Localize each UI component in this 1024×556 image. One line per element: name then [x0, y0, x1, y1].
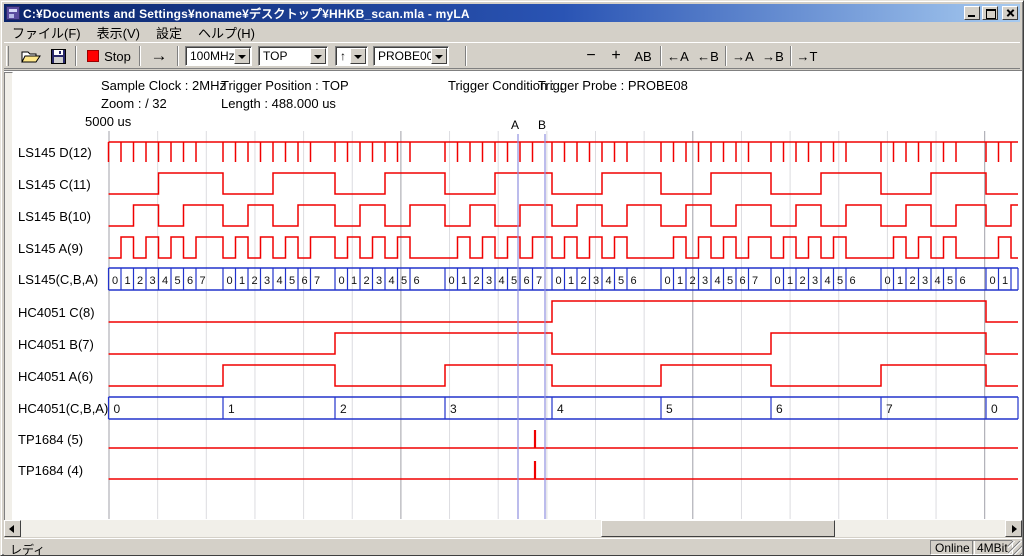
- right-arrow-t-label: →T: [797, 49, 818, 64]
- title-bar: C:¥Documents and Settings¥noname¥デスクトップ¥…: [4, 4, 1020, 22]
- waveform-area[interactable]: Sample Clock : 2MHz Trigger Position : T…: [4, 70, 1022, 520]
- toolbar-separator: [75, 46, 77, 66]
- goto-cursor-a-right-button[interactable]: →A: [729, 45, 757, 67]
- left-arrow-b-label: ←B: [697, 49, 719, 64]
- stop-square-icon: [87, 50, 99, 62]
- status-online-badge: Online: [930, 540, 975, 555]
- trigger-probe-info: Trigger Probe : PROBE08: [538, 78, 688, 93]
- toolbar-separator: [139, 46, 141, 66]
- dropdown-button[interactable]: [310, 48, 326, 64]
- chevron-down-icon: [354, 55, 362, 59]
- zoom-out-button[interactable]: −: [580, 45, 602, 67]
- ab-label: AB: [634, 49, 651, 64]
- chevron-down-icon: [314, 55, 322, 59]
- length-info: Length : 488.000 us: [221, 96, 336, 111]
- run-button[interactable]: →: [144, 45, 174, 67]
- zoom-info: Zoom : / 32: [101, 96, 167, 111]
- status-memory-badge: 4MBit: [972, 540, 1013, 555]
- app-window: C:¥Documents and Settings¥noname¥デスクトップ¥…: [0, 0, 1024, 556]
- menu-help[interactable]: ヘルプ(H): [190, 22, 263, 43]
- chevron-down-icon: [238, 55, 246, 59]
- save-floppy-icon: [51, 49, 66, 64]
- sample-clock-info: Sample Clock : 2MHz: [101, 78, 226, 93]
- toolbar-separator: [725, 46, 727, 66]
- window-title: C:¥Documents and Settings¥noname¥デスクトップ¥…: [23, 5, 470, 22]
- stop-button[interactable]: Stop: [84, 45, 134, 67]
- signal-label[interactable]: LS145 C(11): [18, 177, 91, 192]
- maximize-button[interactable]: [982, 6, 998, 20]
- dropdown-button[interactable]: [431, 48, 447, 64]
- right-arrow-a-label: →A: [732, 49, 754, 64]
- signal-label[interactable]: LS145 B(10): [18, 209, 91, 224]
- open-folder-icon: [21, 48, 41, 64]
- dropdown-button[interactable]: [234, 48, 250, 64]
- status-ready-text: レディ: [10, 541, 45, 556]
- signal-label[interactable]: HC4051 A(6): [18, 369, 93, 384]
- trigger-edge-select[interactable]: ↑: [335, 46, 368, 66]
- toolbar: Stop → 100MHz TOP ↑ PROBE00 − + AB ←A: [4, 42, 1020, 69]
- open-file-button[interactable]: [18, 45, 44, 67]
- zoom-in-button[interactable]: +: [605, 45, 627, 67]
- goto-trigger-button[interactable]: →T: [794, 45, 820, 67]
- signal-label[interactable]: HC4051(C,B,A): [18, 401, 108, 416]
- toolbar-separator: [465, 46, 467, 66]
- minus-icon: −: [586, 47, 595, 65]
- run-arrow-icon: →: [151, 46, 168, 66]
- left-arrow-icon: [9, 525, 14, 533]
- timescale-label: 5000 us: [85, 114, 131, 129]
- signal-label[interactable]: LS145(C,B,A): [18, 272, 98, 287]
- close-button[interactable]: [1002, 6, 1018, 20]
- signal-label[interactable]: TP1684 (5): [18, 432, 83, 447]
- signal-label[interactable]: HC4051 B(7): [18, 337, 94, 352]
- trigger-position-info: Trigger Position : TOP: [221, 78, 349, 93]
- resize-grip[interactable]: [1008, 541, 1022, 555]
- signal-label[interactable]: LS145 D(12): [18, 145, 92, 160]
- chevron-down-icon: [435, 55, 443, 59]
- dropdown-button[interactable]: [350, 48, 366, 64]
- sample-clock-select[interactable]: 100MHz: [185, 46, 252, 66]
- trigger-probe-select[interactable]: PROBE00: [373, 46, 449, 66]
- goto-cursor-a-left-button[interactable]: ←A: [664, 45, 692, 67]
- goto-cursor-b-left-button[interactable]: ←B: [694, 45, 722, 67]
- right-arrow-icon: [1012, 525, 1017, 533]
- trigger-position-select[interactable]: TOP: [258, 46, 328, 66]
- stop-label: Stop: [104, 49, 131, 64]
- save-button[interactable]: [46, 45, 70, 67]
- toolbar-grip: [6, 46, 9, 66]
- menu-file[interactable]: ファイル(F): [4, 22, 89, 43]
- menu-bar: ファイル(F) 表示(V) 設定 ヘルプ(H): [4, 23, 1020, 42]
- scrollbar-thumb[interactable]: [601, 520, 835, 537]
- vertical-scrollbar[interactable]: [4, 72, 13, 521]
- menu-settings[interactable]: 設定: [148, 22, 190, 43]
- signal-label[interactable]: LS145 A(9): [18, 241, 83, 256]
- toolbar-separator: [660, 46, 662, 66]
- right-arrow-b-label: →B: [762, 49, 784, 64]
- toolbar-separator: [177, 46, 179, 66]
- trigger-position-value: TOP: [259, 47, 310, 65]
- toolbar-separator: [790, 46, 792, 66]
- sample-clock-value: 100MHz: [186, 47, 234, 65]
- scroll-left-button[interactable]: [4, 520, 21, 537]
- goto-cursor-b-right-button[interactable]: →B: [759, 45, 787, 67]
- scroll-right-button[interactable]: [1005, 520, 1022, 537]
- signal-label[interactable]: TP1684 (4): [18, 463, 83, 478]
- left-arrow-a-label: ←A: [667, 49, 689, 64]
- menu-view[interactable]: 表示(V): [89, 22, 148, 43]
- status-bar: レディ Online 4MBit: [4, 538, 1022, 555]
- plus-icon: +: [611, 47, 620, 65]
- minimize-button[interactable]: [964, 6, 980, 20]
- ab-button[interactable]: AB: [629, 45, 657, 67]
- app-icon: [6, 6, 20, 20]
- signal-label[interactable]: HC4051 C(8): [18, 305, 95, 320]
- horizontal-scrollbar[interactable]: [4, 520, 1022, 537]
- trigger-edge-value: ↑: [336, 47, 350, 65]
- trigger-probe-value: PROBE00: [374, 47, 431, 65]
